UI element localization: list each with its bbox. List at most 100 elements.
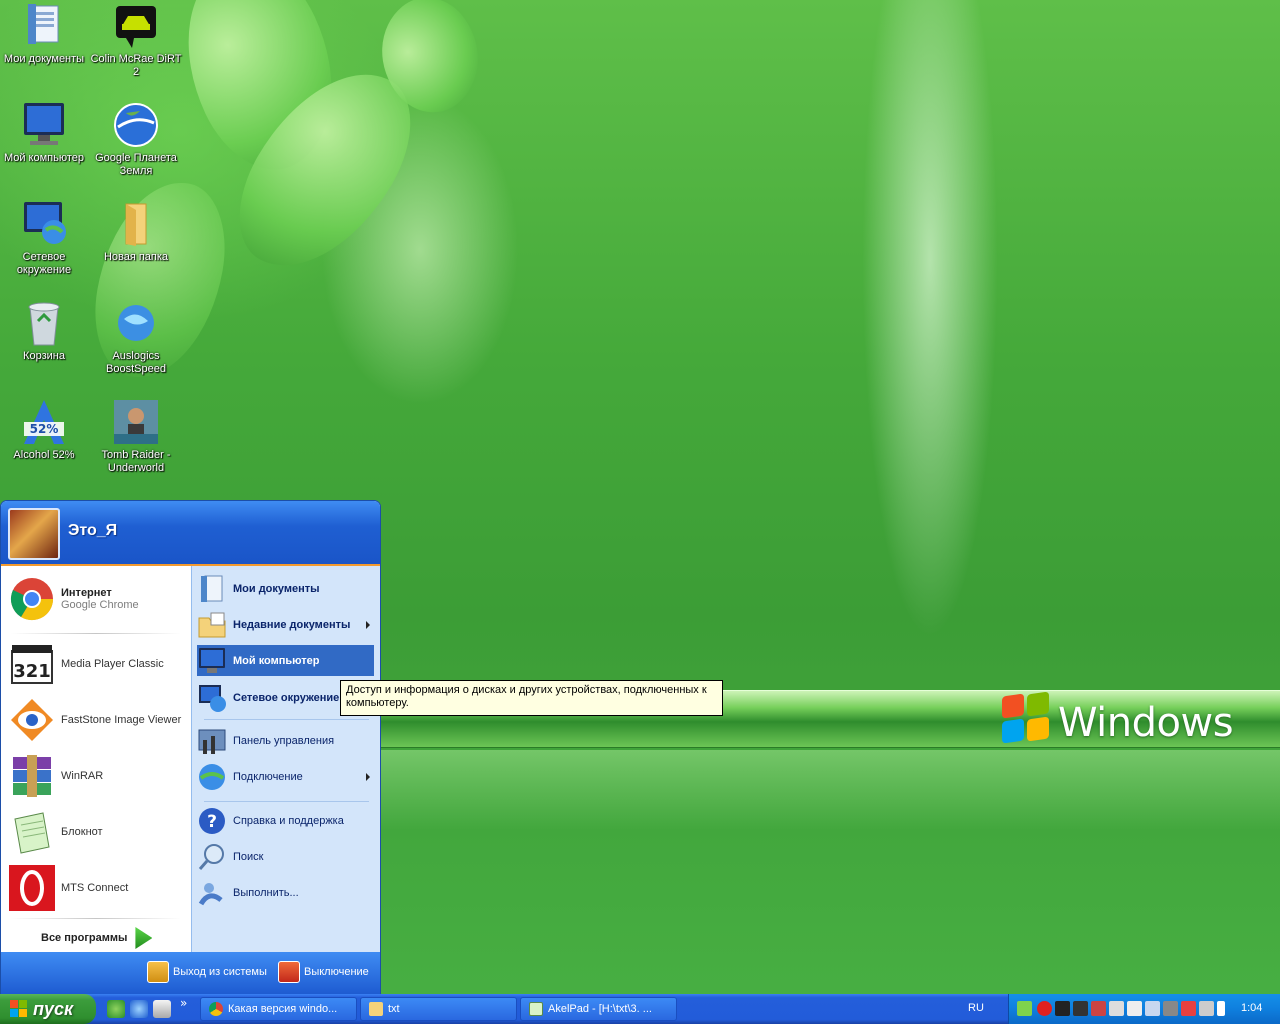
tray-wrench-icon[interactable] [1163, 1001, 1178, 1016]
tray-shield-icon[interactable] [1181, 1001, 1196, 1016]
control-panel-icon [197, 726, 227, 756]
task-akelpad[interactable]: AkelPad - [H:\txt\3. ... [520, 997, 677, 1021]
submenu-arrow-icon [366, 621, 370, 629]
user-name: Это_Я [68, 522, 118, 539]
tray-volume-icon[interactable] [1199, 1001, 1214, 1016]
places-item-recent-documents[interactable]: Недавние документы [197, 608, 374, 642]
task-folder[interactable]: txt [360, 997, 517, 1021]
desktop-icon-recycle-bin[interactable]: Корзина [0, 299, 90, 363]
tray-monitor-icon[interactable] [1073, 1001, 1088, 1016]
places-item-control-panel[interactable]: Панель управления [197, 724, 374, 758]
my-documents-icon [197, 574, 227, 604]
separator [11, 918, 181, 919]
arrow-right-icon [135, 927, 153, 949]
desktop-icon-google-earth[interactable]: Google Планета Земля [90, 101, 182, 178]
windows-brand-text: Windows [1058, 700, 1234, 746]
quicklaunch-desktop-icon[interactable] [153, 1000, 171, 1018]
tomb-raider-icon [112, 398, 160, 446]
system-tray [1008, 994, 1280, 1024]
places-item-my-documents[interactable]: Мои документы [197, 572, 374, 606]
windows-flag-icon [10, 1000, 28, 1018]
all-programs-label: Все программы [41, 932, 128, 944]
connect-icon [197, 762, 227, 792]
pinned-item-title: Интернет [61, 587, 112, 599]
language-indicator[interactable]: RU [968, 1002, 984, 1014]
tray-usb-icon[interactable] [1217, 1001, 1225, 1016]
my-documents-icon [20, 2, 68, 50]
desktop-icon-dirt2[interactable]: Colin McRae DiRT 2 [90, 2, 182, 79]
folder-icon [112, 200, 160, 248]
start-menu: Это_Я Интернет Google Chrome 321 Media P… [0, 500, 381, 995]
pinned-item-faststone[interactable]: FastStone Image Viewer [9, 693, 185, 747]
places-panel: Мои документы Недавние документы Мой ком… [191, 566, 380, 952]
submenu-arrow-icon [366, 773, 370, 781]
help-icon: ? [197, 806, 227, 836]
pinned-item-notepad[interactable]: Блокнот [9, 805, 185, 859]
tray-app-icon[interactable] [1127, 1001, 1142, 1016]
key-icon [147, 961, 169, 983]
desktop-icon-alcohol[interactable]: 52% Alcohol 52% [0, 398, 90, 462]
power-icon [278, 961, 300, 983]
chrome-icon [9, 576, 55, 622]
tray-drive-icon[interactable] [1109, 1001, 1124, 1016]
user-avatar[interactable] [8, 508, 60, 560]
pinned-item-mts-connect[interactable]: MTS Connect [9, 861, 185, 915]
places-item-search[interactable]: Поиск [197, 840, 374, 874]
pinned-programs: Интернет Google Chrome 321 Media Player … [1, 566, 191, 952]
pinned-item-title: Блокнот [61, 826, 103, 838]
recycle-bin-icon [20, 299, 68, 347]
pinned-item-title: FastStone Image Viewer [61, 714, 182, 726]
search-icon [197, 842, 227, 872]
folder-icon [369, 1002, 383, 1016]
start-label: пуск [33, 998, 74, 1019]
svg-text:?: ? [207, 812, 217, 832]
pinned-item-winrar[interactable]: WinRAR [9, 749, 185, 803]
clock[interactable]: 1:04 [1241, 1002, 1262, 1014]
quicklaunch-more-button[interactable]: » [180, 996, 187, 1010]
pinned-item-chrome[interactable]: Интернет Google Chrome [9, 572, 185, 626]
start-button[interactable]: пуск [0, 994, 96, 1024]
notepad-icon [9, 809, 55, 855]
desktop-icon-new-folder[interactable]: Новая папка [90, 200, 182, 264]
quicklaunch-network-icon[interactable] [107, 1000, 125, 1018]
logoff-button[interactable]: Выход из системы [147, 961, 267, 983]
network-places-icon [20, 200, 68, 248]
tray-nvidia-icon[interactable] [1055, 1001, 1070, 1016]
media-player-classic-icon: 321 [9, 641, 55, 687]
my-computer-icon [20, 101, 68, 149]
akelpad-icon [529, 1002, 543, 1016]
start-menu-footer: Выход из системы Выключение [1, 952, 380, 995]
places-item-my-computer[interactable]: Мой компьютер [197, 645, 374, 676]
alcohol-icon: 52% [20, 398, 68, 446]
desktop-icon-network[interactable]: Сетевое окружение [0, 200, 90, 277]
pinned-item-title: MTS Connect [61, 882, 129, 894]
mts-connect-icon [9, 865, 55, 911]
shutdown-button[interactable]: Выключение [278, 961, 369, 983]
tray-network-icon[interactable] [1145, 1001, 1160, 1016]
network-places-icon [197, 683, 227, 713]
pinned-item-title: Media Player Classic [61, 658, 164, 670]
desktop-icon-tomb-raider[interactable]: Tomb Raider - Underworld [90, 398, 182, 475]
svg-text:52%: 52% [30, 422, 59, 436]
places-item-run[interactable]: Выполнить... [197, 876, 374, 910]
windows-banner-reflection [380, 750, 1280, 830]
svg-text:321: 321 [13, 661, 51, 682]
separator [204, 801, 369, 802]
all-programs-button[interactable]: Все программы [41, 927, 153, 949]
tray-pen-icon[interactable] [1017, 1001, 1032, 1016]
quicklaunch-browser-icon[interactable] [130, 1000, 148, 1018]
desktop-icon-boostspeed[interactable]: Auslogics BoostSpeed [90, 299, 182, 376]
faststone-icon [9, 697, 55, 743]
task-chrome[interactable]: Какая версия windo... [200, 997, 357, 1021]
google-earth-icon [112, 101, 160, 149]
tooltip: Доступ и информация о дисках и других ус… [340, 680, 723, 716]
tray-tools-icon[interactable] [1091, 1001, 1106, 1016]
tray-opera-icon[interactable] [1037, 1001, 1052, 1016]
recent-documents-icon [197, 610, 227, 640]
places-item-connect[interactable]: Подключение [197, 760, 374, 794]
desktop-icon-my-documents[interactable]: Мои документы [0, 2, 90, 66]
places-item-help[interactable]: ? Справка и поддержка [197, 804, 374, 838]
desktop-icon-my-computer[interactable]: Мой компьютер [0, 101, 90, 165]
pinned-item-media-player-classic[interactable]: 321 Media Player Classic [9, 637, 185, 691]
chrome-icon [209, 1002, 223, 1016]
